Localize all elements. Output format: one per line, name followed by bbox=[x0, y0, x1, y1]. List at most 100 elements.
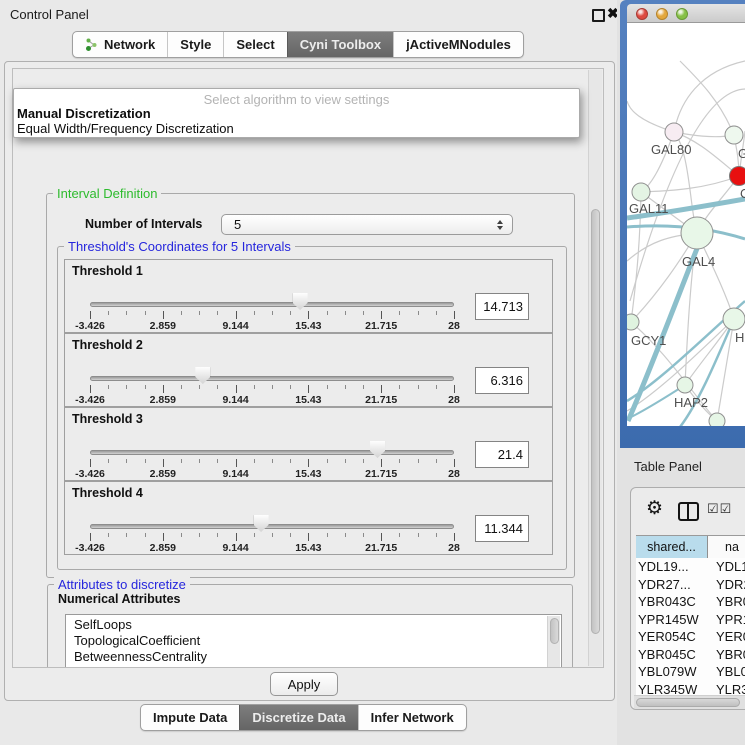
float-window-icon[interactable] bbox=[592, 9, 605, 22]
panel-scrollbar[interactable] bbox=[588, 70, 602, 666]
network-node-red[interactable] bbox=[730, 167, 745, 186]
select-columns-icons[interactable]: ☑☑ bbox=[707, 501, 732, 517]
attribute-item[interactable]: BetweennessCentrality bbox=[66, 649, 561, 665]
tab-infer-network[interactable]: Infer Network bbox=[358, 705, 466, 730]
threshold-slider-thumb[interactable] bbox=[293, 293, 308, 310]
table-row[interactable]: YBL079WYBL0 bbox=[636, 663, 745, 681]
cell-name[interactable]: YDR2 bbox=[708, 577, 745, 592]
threshold-slider-track[interactable] bbox=[90, 302, 454, 307]
tick-mark bbox=[236, 385, 237, 393]
network-node-HAP2[interactable] bbox=[677, 377, 693, 393]
table-horizontal-scrollbar-thumb[interactable] bbox=[636, 698, 740, 707]
close-traffic-light[interactable] bbox=[636, 8, 648, 20]
tick-mark bbox=[345, 385, 346, 389]
network-edge[interactable] bbox=[717, 319, 734, 421]
minimize-traffic-light[interactable] bbox=[656, 8, 668, 20]
tick-label: 21.715 bbox=[351, 542, 411, 554]
top-tabbar: Network Style Select Cyni Toolbox jActiv… bbox=[72, 31, 524, 58]
network-window-titlebar[interactable] bbox=[627, 4, 745, 23]
network-node-top-right[interactable] bbox=[725, 126, 743, 144]
cell-name[interactable]: YBR0 bbox=[708, 647, 745, 662]
tab-style[interactable]: Style bbox=[167, 32, 223, 57]
network-node-GCY1[interactable] bbox=[627, 314, 639, 330]
network-node-bottom[interactable] bbox=[709, 413, 725, 426]
threshold-value-field[interactable]: 21.4 bbox=[475, 441, 529, 468]
cell-name[interactable]: YDL1 bbox=[708, 559, 745, 574]
list-scrollbar-thumb[interactable] bbox=[550, 618, 559, 644]
number-of-intervals-combobox[interactable]: 5 bbox=[221, 214, 513, 235]
column-layout-icon[interactable] bbox=[678, 502, 699, 521]
dropdown-placeholder-option[interactable]: Select algorithm to view settings bbox=[14, 92, 579, 107]
threshold-slider-thumb[interactable] bbox=[370, 441, 385, 458]
zoom-traffic-light[interactable] bbox=[676, 8, 688, 20]
network-edge[interactable] bbox=[641, 132, 674, 192]
tick-mark bbox=[363, 459, 364, 463]
cell-name[interactable]: YLR3 bbox=[708, 682, 745, 695]
cell-shared-name[interactable]: YBR045C bbox=[636, 647, 708, 662]
attribute-item[interactable]: TopologicalCoefficient bbox=[66, 633, 561, 649]
table-row[interactable]: YBR043CYBR0 bbox=[636, 593, 745, 611]
cell-shared-name[interactable]: YLR345W bbox=[636, 682, 708, 695]
threshold-slider-track[interactable] bbox=[90, 524, 454, 529]
gear-icon[interactable]: ⚙ bbox=[646, 497, 663, 520]
dropdown-option-manual-discretization[interactable]: Manual Discretization bbox=[17, 106, 151, 121]
network-node-GAL4[interactable] bbox=[681, 217, 713, 249]
cell-name[interactable]: YBR0 bbox=[708, 594, 745, 609]
cell-shared-name[interactable]: YPR145W bbox=[636, 612, 708, 627]
threshold-slider-thumb[interactable] bbox=[195, 367, 210, 384]
table-row[interactable]: YDR27...YDR2 bbox=[636, 576, 745, 594]
tick-mark bbox=[272, 385, 273, 389]
tick-mark bbox=[272, 533, 273, 537]
tab-impute-data[interactable]: Impute Data bbox=[141, 705, 239, 730]
table-row[interactable]: YPR145WYPR1 bbox=[636, 611, 745, 629]
tab-jactivemnodules[interactable]: jActiveMNodules bbox=[393, 32, 523, 57]
table-row[interactable]: YER054CYER0 bbox=[636, 628, 745, 646]
cell-name[interactable]: YER0 bbox=[708, 629, 745, 644]
tick-mark bbox=[90, 533, 91, 541]
apply-button[interactable]: Apply bbox=[270, 672, 338, 696]
tick-label: 9.144 bbox=[206, 468, 266, 480]
cell-shared-name[interactable]: YDL19... bbox=[636, 559, 708, 574]
attribute-item[interactable]: SelfLoops bbox=[66, 617, 561, 633]
cell-shared-name[interactable]: YBL079W bbox=[636, 664, 708, 679]
tab-discretize-data[interactable]: Discretize Data bbox=[239, 705, 357, 730]
cell-shared-name[interactable]: YBR043C bbox=[636, 594, 708, 609]
table-row[interactable]: YDL19...YDL1 bbox=[636, 558, 745, 576]
cell-name[interactable]: YPR1 bbox=[708, 612, 745, 627]
panel-scrollbar-thumb[interactable] bbox=[591, 209, 600, 634]
tick-mark bbox=[217, 533, 218, 537]
column-header-name[interactable]: na bbox=[708, 536, 745, 558]
tick-mark bbox=[308, 533, 309, 541]
attributes-list[interactable]: SelfLoopsTopologicalCoefficientBetweenne… bbox=[65, 614, 562, 668]
cell-name[interactable]: YBL0 bbox=[708, 664, 745, 679]
tab-cyni-toolbox[interactable]: Cyni Toolbox bbox=[287, 32, 393, 57]
threshold-value-field[interactable]: 14.713 bbox=[475, 293, 529, 320]
threshold-slider-track[interactable] bbox=[90, 376, 454, 381]
network-node-GAL80[interactable] bbox=[665, 123, 683, 141]
table-row[interactable]: YBR045CYBR0 bbox=[636, 646, 745, 664]
network-node-GAL11[interactable] bbox=[632, 183, 650, 201]
table-header: shared... na bbox=[636, 535, 745, 559]
node-label: GAL4 bbox=[682, 254, 715, 269]
tick-label: 21.715 bbox=[351, 320, 411, 332]
tick-mark bbox=[163, 459, 164, 467]
cell-shared-name[interactable]: YDR27... bbox=[636, 577, 708, 592]
dropdown-option-equal-width-frequency[interactable]: Equal Width/Frequency Discretization bbox=[17, 121, 234, 136]
list-scrollbar[interactable] bbox=[547, 616, 560, 668]
cell-shared-name[interactable]: YER054C bbox=[636, 629, 708, 644]
network-canvas[interactable]: GAL80GACGAL11GAL4GCY1HHAP2 bbox=[627, 23, 745, 426]
threshold-slider-thumb[interactable] bbox=[254, 515, 269, 532]
threshold-3-box: Threshold 3 -3.4262.8599.14415.4321.7152… bbox=[64, 407, 553, 481]
network-node-H[interactable] bbox=[723, 308, 745, 330]
column-header-shared-name[interactable]: shared... bbox=[636, 536, 708, 558]
table-panel: ⚙ ☑☑ shared... na YDL19...YDL1YDR27...YD… bbox=[630, 487, 745, 710]
table-row[interactable]: YLR345WYLR3 bbox=[636, 681, 745, 696]
network-edge[interactable] bbox=[674, 61, 745, 132]
tick-mark bbox=[290, 459, 291, 463]
threshold-value-field[interactable]: 11.344 bbox=[475, 515, 529, 542]
tab-network[interactable]: Network bbox=[73, 32, 167, 57]
threshold-slider-track[interactable] bbox=[90, 450, 454, 455]
tab-select[interactable]: Select bbox=[223, 32, 286, 57]
threshold-value-field[interactable]: 6.316 bbox=[475, 367, 529, 394]
table-horizontal-scrollbar[interactable] bbox=[634, 695, 745, 709]
